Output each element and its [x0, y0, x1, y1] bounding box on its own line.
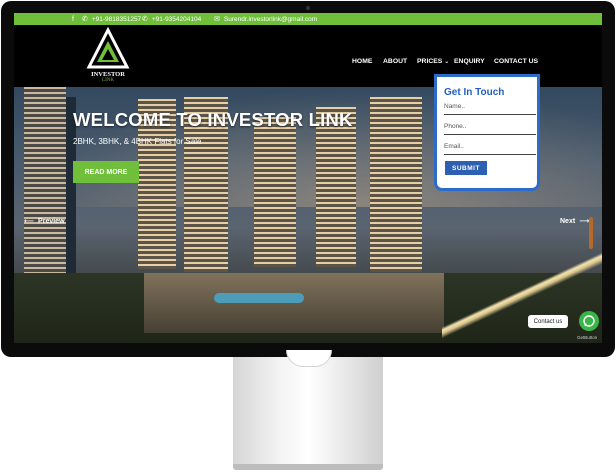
phone-field[interactable]: Phone..: [444, 123, 536, 135]
monitor-frame: f ✆ +91-9818351257 ✆ +91-9354204104 ✉ Su…: [1, 1, 615, 357]
form-title: Get In Touch: [444, 87, 505, 98]
hero-title: WELCOME TO INVESTOR LINK: [73, 109, 353, 130]
phone-icon: ✆: [142, 16, 148, 23]
site-logo[interactable]: INVESTOR LINK: [86, 26, 130, 85]
topbar-phone2[interactable]: ✆ +91-9354204104: [142, 13, 201, 25]
arrow-left-icon: ⟵: [24, 218, 35, 225]
topbar-email[interactable]: ✉ Surendr.investorlink@gmail.com: [214, 13, 317, 25]
get-in-touch-form: Get In Touch Name.. Phone.. Email.. SUBM…: [434, 74, 540, 191]
logo-subname: LINK: [102, 78, 114, 83]
tower-image: [254, 117, 296, 267]
chevron-down-icon: ⌄: [444, 59, 450, 65]
topbar-phone1[interactable]: f ✆ +91-9818351257: [72, 13, 141, 25]
top-contact-bar: f ✆ +91-9818351257 ✆ +91-9354204104 ✉ Su…: [14, 13, 602, 25]
facebook-icon[interactable]: f: [72, 16, 74, 23]
next-label: Next: [560, 217, 576, 225]
nav-enquiry[interactable]: ENQUIRY: [454, 58, 485, 65]
road: [442, 253, 602, 343]
prev-label: Preview: [38, 217, 65, 225]
whatsapp-button[interactable]: [579, 311, 599, 331]
tower-image: [316, 107, 356, 267]
phone-icon: ✆: [81, 16, 88, 23]
name-field[interactable]: Name..: [444, 103, 536, 115]
nav-about[interactable]: ABOUT: [383, 58, 407, 65]
envelope-icon: ✉: [214, 16, 220, 23]
pool: [214, 293, 304, 303]
prev-slide-button[interactable]: ⟵ Preview: [24, 217, 65, 226]
arrow-right-icon: ⟶: [579, 218, 590, 225]
getbutton-credit: GetButton: [577, 335, 598, 340]
camera-dot: [306, 6, 310, 10]
nav-contact[interactable]: CONTACT US: [494, 58, 538, 65]
tower-image: [370, 97, 422, 272]
nav-prices[interactable]: PRICES ⌄: [417, 58, 449, 65]
hero-subtitle: 2BHK, 3BHK, & 4BHK Flats for Sale: [73, 137, 202, 146]
nav-prices-label: PRICES: [417, 58, 443, 65]
contact-us-chip[interactable]: Contact us: [528, 315, 568, 328]
email-field[interactable]: Email..: [444, 143, 536, 155]
email-text: Surendr.investorlink@gmail.com: [223, 15, 318, 23]
next-slide-button[interactable]: Next ⟶: [560, 217, 590, 226]
logo-triangle-icon: [86, 26, 130, 69]
read-more-button[interactable]: READ MORE: [73, 161, 139, 183]
phone1-text: +91-9818351257: [91, 15, 142, 23]
logo-name: INVESTOR: [91, 71, 125, 78]
stand-base: [233, 464, 383, 470]
monitor-stand: [233, 357, 383, 468]
podium-building: [144, 273, 444, 333]
nav-home[interactable]: HOME: [352, 58, 372, 65]
chat-bubble-icon: [583, 315, 595, 327]
phone2-text: +91-9354204104: [151, 15, 202, 23]
submit-button[interactable]: SUBMIT: [445, 161, 487, 175]
website-screen: f ✆ +91-9818351257 ✆ +91-9354204104 ✉ Su…: [14, 13, 602, 343]
scroll-indicator[interactable]: [589, 217, 593, 249]
